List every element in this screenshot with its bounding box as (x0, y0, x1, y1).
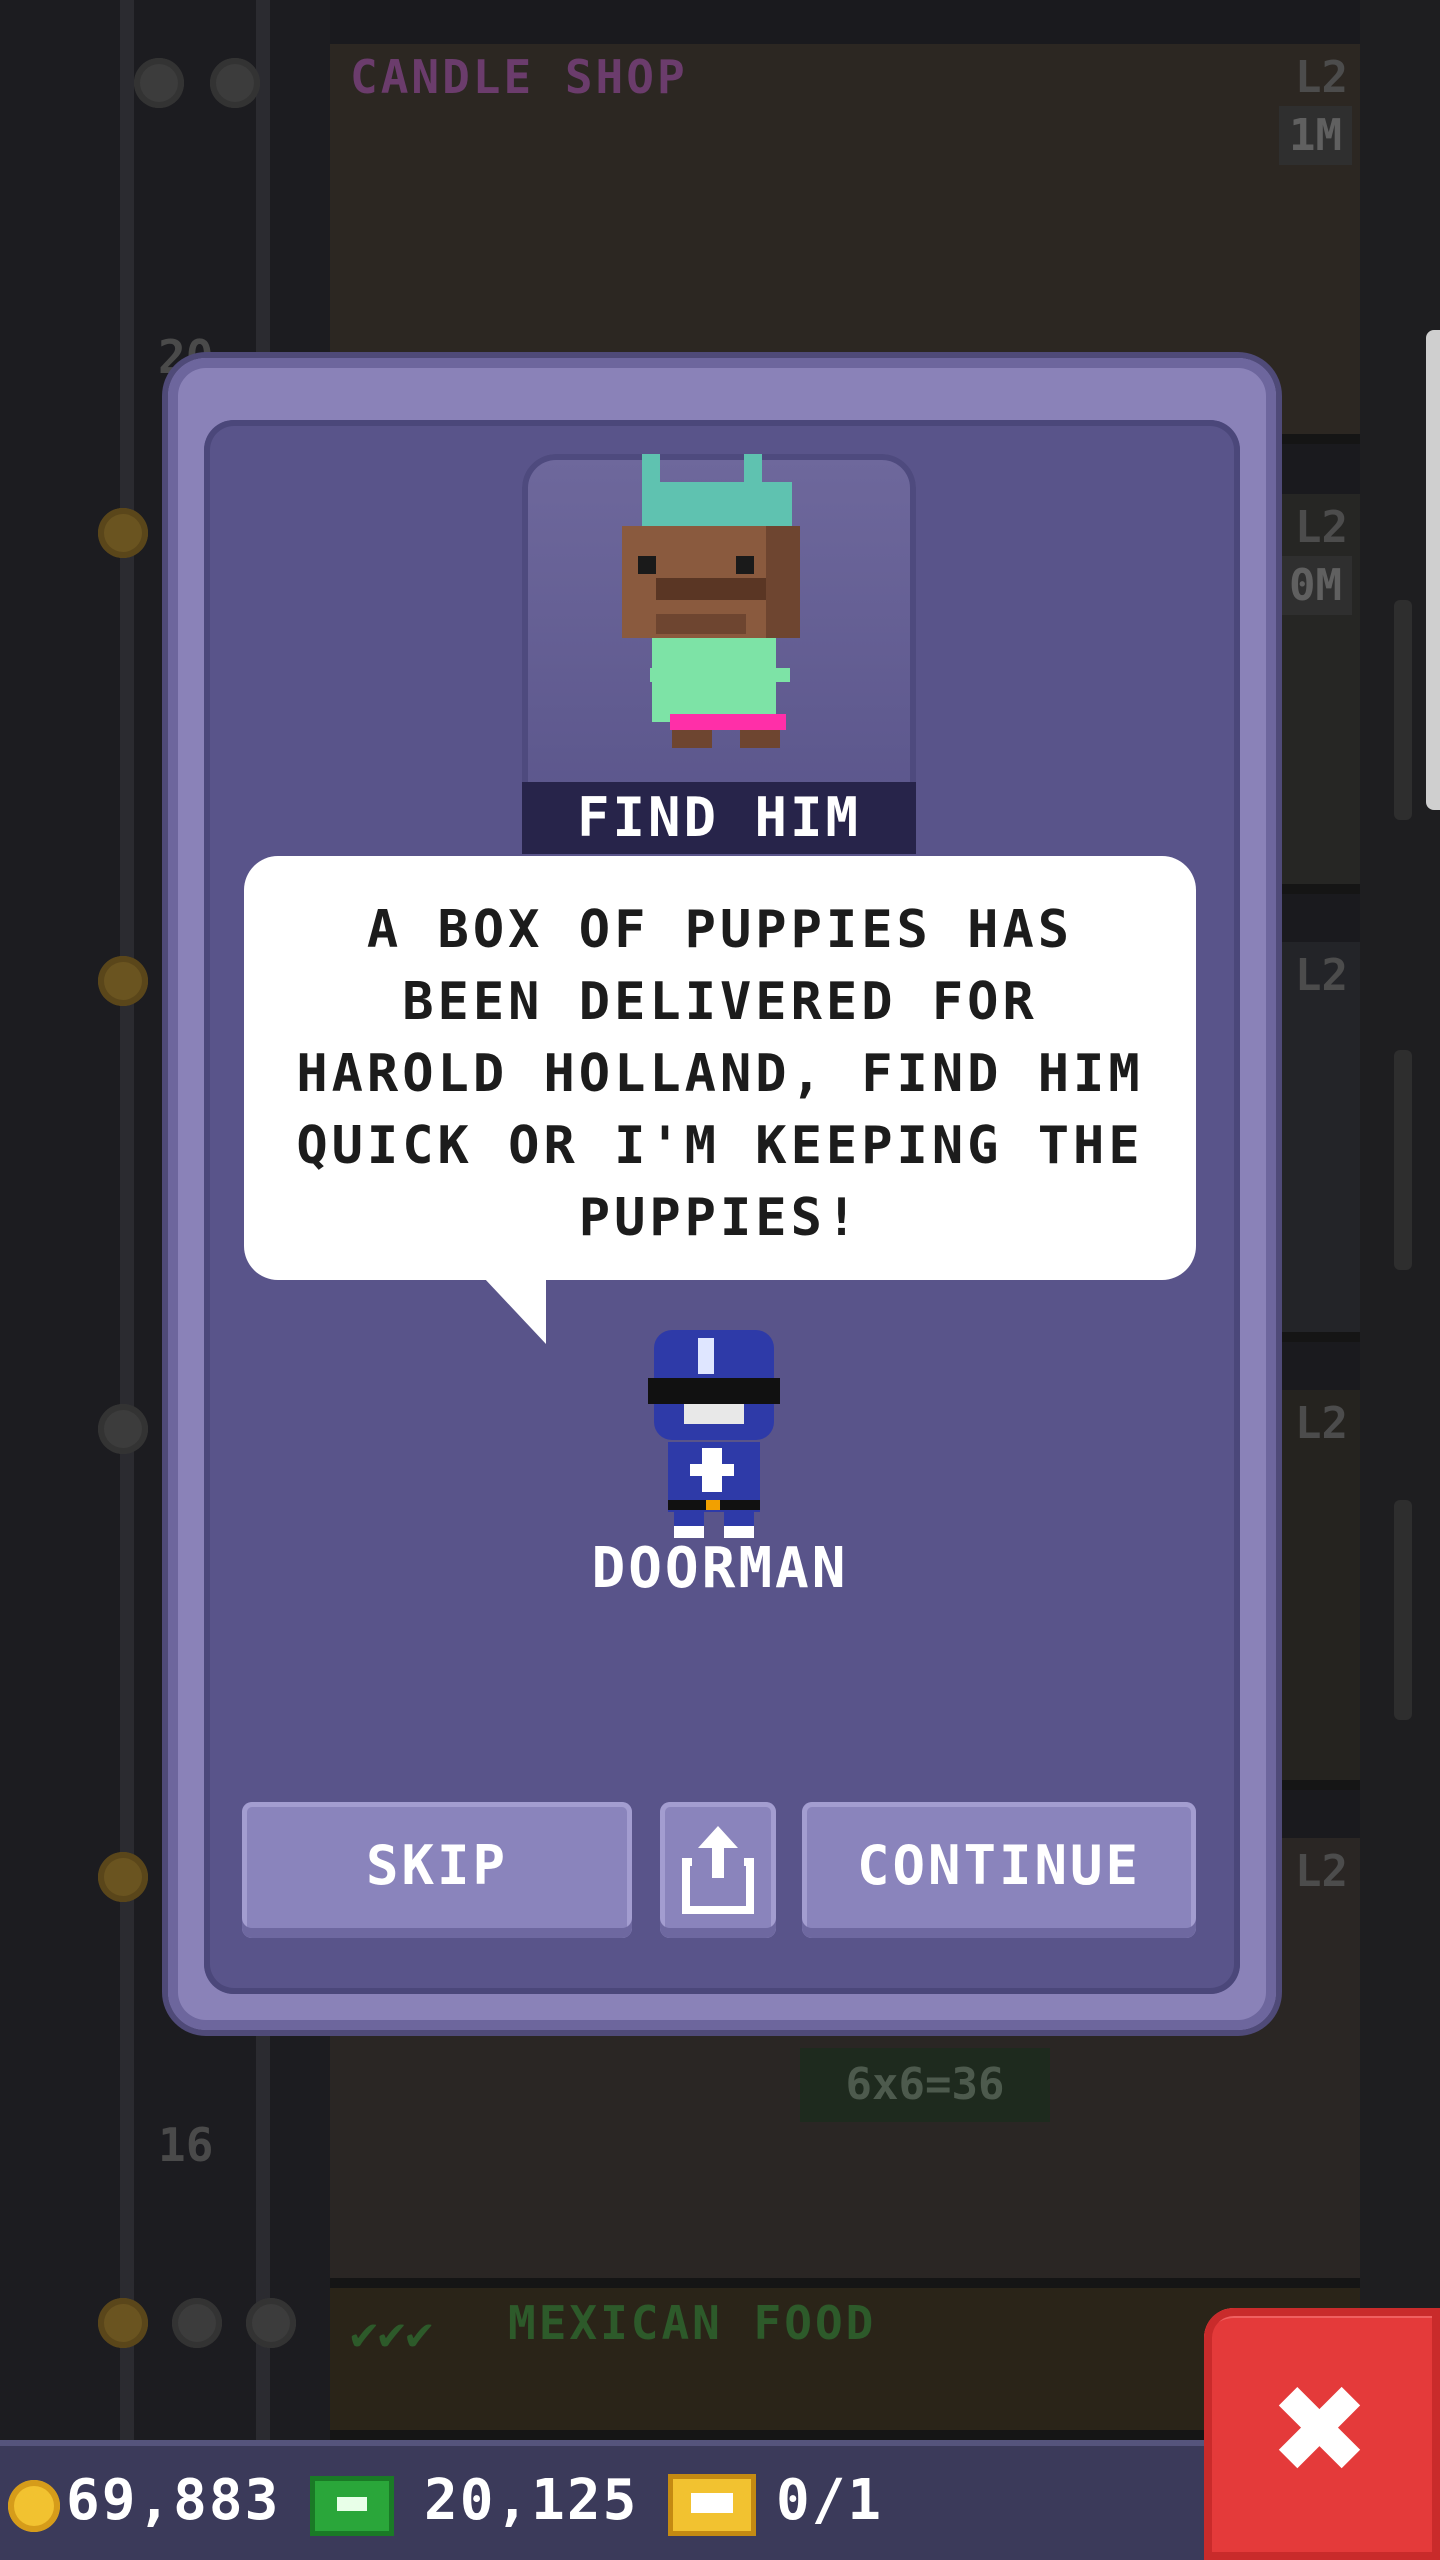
doorman-character-icon (648, 1330, 780, 1538)
check-icons: ✔✔✔ (350, 2306, 434, 2360)
star-icon (98, 508, 148, 558)
star-icon (98, 1852, 148, 1902)
share-button[interactable] (660, 1802, 776, 1938)
floor-income-badge: 1M (1279, 106, 1352, 165)
share-icon (682, 1826, 754, 1914)
floor-level: L2 (1295, 52, 1348, 103)
close-button[interactable]: ✖ (1204, 2308, 1440, 2560)
ticket-icon (668, 2474, 756, 2536)
floor-income-badge: 0M (1279, 556, 1352, 615)
floor-title: MEXICAN FOOD (508, 2296, 877, 2350)
pillar (1394, 1050, 1412, 1270)
elevator-rail (120, 0, 134, 2440)
star-icon (98, 1404, 148, 1454)
speaker-name: DOORMAN (591, 1536, 849, 1601)
bux-count: 20,125 (424, 2468, 639, 2533)
chalkboard: 6x6=36 (800, 2048, 1050, 2122)
star-icon (98, 956, 148, 1006)
star-icon (134, 58, 184, 108)
guest-character-icon (622, 454, 800, 748)
side-panel-handle[interactable] (1426, 330, 1440, 810)
floor-level: L2 (1295, 502, 1348, 553)
tower-bux-icon (310, 2476, 394, 2536)
floor-level: L2 (1295, 1398, 1348, 1449)
close-icon: ✖ (1273, 2334, 1371, 2521)
ticket-count: 0/1 (776, 2468, 884, 2533)
speech-bubble: A BOX OF PUPPIES HAS BEEN DELIVERED FOR … (244, 856, 1196, 1280)
star-icon (246, 2298, 296, 2348)
floor-title: CANDLE SHOP (350, 50, 688, 104)
skip-button[interactable]: SKIP (242, 1802, 632, 1938)
dialog-message: A BOX OF PUPPIES HAS BEEN DELIVERED FOR … (296, 900, 1144, 1248)
floor-level: L2 (1295, 950, 1348, 1001)
star-icon (98, 2298, 148, 2348)
coin-icon (8, 2480, 60, 2532)
star-icon (210, 58, 260, 108)
pillar (1394, 600, 1412, 820)
portrait-tab-label: FIND HIM (522, 782, 916, 854)
floor-level: L2 (1295, 1846, 1348, 1897)
pillar (1394, 1500, 1412, 1720)
speech-bubble-tail (484, 1278, 546, 1344)
coin-count: 69,883 (66, 2468, 281, 2533)
continue-button[interactable]: CONTINUE (802, 1802, 1196, 1938)
star-icon (172, 2298, 222, 2348)
floor-number: 16 (158, 2118, 214, 2172)
